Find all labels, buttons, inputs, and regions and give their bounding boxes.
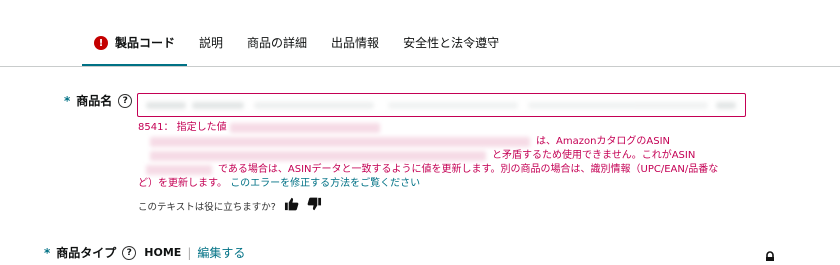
redacted-text [230,123,380,133]
tab-product-details-label: 商品の詳細 [247,36,308,50]
required-mark-2: * [44,245,51,260]
tab-product-code-label: 製品コード [115,36,176,50]
product-type-label: 商品タイプ [56,246,117,260]
edit-product-type-link[interactable]: 編集する [197,244,245,261]
thumbs-down-icon[interactable] [307,197,322,214]
fix-error-link[interactable]: このエラーを修正する方法をご覧ください [230,178,420,189]
help-icon[interactable]: ? [118,93,133,108]
redacted-text [388,102,518,109]
tab-product-code[interactable]: ! 製品コード [82,32,188,67]
redacted-text [716,102,736,109]
tab-safety-compliance[interactable]: 安全性と法令遵守 [391,32,511,66]
lock-icon [764,246,776,265]
tab-product-details[interactable]: 商品の詳細 [235,32,319,66]
error-line-1: 8541： 指定した値 [138,122,227,133]
required-mark: * [64,93,71,108]
separator: | [187,245,192,260]
tab-bar: ! 製品コード 説明 商品の詳細 出品情報 安全性と法令遵守 [82,32,511,67]
error-line-5: ど）を更新します。 このエラーを修正する方法をご覧ください [138,177,420,191]
feedback-question: このテキストは役に立ちますか? [138,201,276,213]
redacted-text [150,151,486,161]
tab-offer[interactable]: 出品情報 [319,32,391,66]
error-line-2: は、AmazonカタログのASIN [536,136,671,147]
tab-divider [0,66,840,67]
redacted-text [192,102,244,109]
feedback-row: このテキストは役に立ちますか? [138,197,322,214]
tab-description[interactable]: 説明 [187,32,235,66]
help-icon-2[interactable]: ? [122,245,137,260]
product-type-row: * 商品タイプ ? HOME | 編集する [44,244,245,261]
redacted-text [528,102,708,109]
redacted-text [146,165,212,175]
error-line-3: と矛盾するため使用できません。これがASIN [492,150,696,161]
product-name-label-row: * 商品名 ? [64,92,133,109]
product-type-value: HOME [144,246,182,259]
error-icon: ! [94,36,108,50]
error-line-4: である場合は、ASINデータと一致するように値を更新します。別の商品の場合は、識… [218,164,719,175]
redacted-text [254,102,374,109]
redacted-text [150,137,530,147]
tab-description-label: 説明 [199,36,224,50]
error-line-5-text: ど）を更新します。 [138,178,227,189]
product-name-input[interactable] [137,93,746,117]
tab-safety-compliance-label: 安全性と法令遵守 [403,36,500,50]
thumbs-up-icon[interactable] [284,197,299,214]
product-name-label: 商品名 [76,94,113,108]
tab-offer-label: 出品情報 [331,36,380,50]
redacted-text [146,102,186,109]
